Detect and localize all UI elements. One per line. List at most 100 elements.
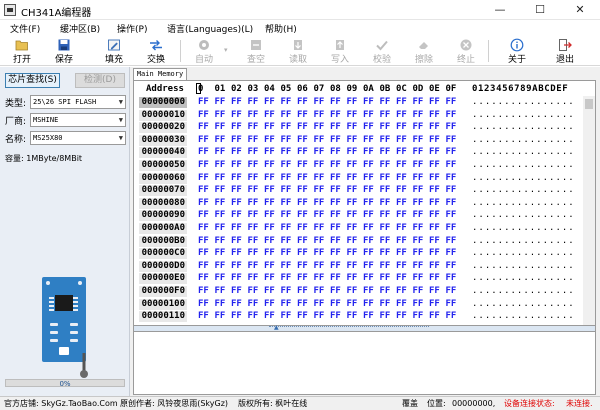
- hex-byte-cell[interactable]: FF: [330, 223, 344, 234]
- hex-byte-cell[interactable]: FF: [281, 198, 295, 209]
- ascii-cell[interactable]: ................: [472, 97, 582, 108]
- hex-byte-cell[interactable]: FF: [231, 173, 245, 184]
- hex-byte-cell[interactable]: FF: [446, 122, 460, 133]
- hex-byte-cell[interactable]: FF: [396, 147, 410, 158]
- hex-byte-cell[interactable]: FF: [248, 97, 262, 108]
- hex-byte-cell[interactable]: FF: [215, 160, 229, 171]
- hex-byte-cell[interactable]: FF: [347, 299, 361, 310]
- hex-byte-cell[interactable]: FF: [330, 273, 344, 284]
- hex-byte-cell[interactable]: FF: [264, 135, 278, 146]
- hex-byte-cell[interactable]: FF: [347, 185, 361, 196]
- hex-byte-cell[interactable]: FF: [413, 110, 427, 121]
- hex-byte-cell[interactable]: FF: [347, 122, 361, 133]
- exit-button[interactable]: 退出: [550, 37, 580, 65]
- hex-byte-cell[interactable]: FF: [297, 248, 311, 259]
- hex-byte-cell[interactable]: FF: [347, 198, 361, 209]
- ascii-cell[interactable]: ................: [472, 135, 582, 146]
- hex-byte-cell[interactable]: FF: [429, 261, 443, 272]
- hex-byte-cell[interactable]: FF: [248, 135, 262, 146]
- hex-byte-cell[interactable]: FF: [347, 273, 361, 284]
- ascii-cell[interactable]: ................: [472, 185, 582, 196]
- hex-byte-cell[interactable]: FF: [363, 135, 377, 146]
- vendor-select[interactable]: MSHINE ▼: [30, 113, 126, 127]
- hex-byte-cell[interactable]: FF: [429, 122, 443, 133]
- hex-byte-cell[interactable]: FF: [330, 135, 344, 146]
- open-button[interactable]: 打开: [8, 37, 36, 65]
- hex-byte-cell[interactable]: FF: [347, 135, 361, 146]
- hex-byte-cell[interactable]: FF: [231, 273, 245, 284]
- hex-byte-cell[interactable]: FF: [380, 223, 394, 234]
- hex-byte-cell[interactable]: FF: [264, 236, 278, 247]
- hex-byte-cell[interactable]: FF: [380, 97, 394, 108]
- hex-byte-cell[interactable]: FF: [231, 210, 245, 221]
- ascii-cell[interactable]: ................: [472, 198, 582, 209]
- hex-byte-cell[interactable]: FF: [297, 198, 311, 209]
- hex-byte-cell[interactable]: FF: [363, 122, 377, 133]
- hex-row[interactable]: 00000000 FF FF FF FF FF FF FF FF FF FF FF FF FF FF FF FF…: [134, 97, 584, 109]
- hex-byte-cell[interactable]: FF: [198, 185, 212, 196]
- hex-byte-cell[interactable]: FF: [264, 311, 278, 322]
- read-button[interactable]: 读取: [284, 37, 312, 65]
- hex-byte-cell[interactable]: FF: [281, 97, 295, 108]
- hex-byte-cell[interactable]: FF: [413, 273, 427, 284]
- hex-byte-cell[interactable]: FF: [413, 299, 427, 310]
- hex-byte-cell[interactable]: FF: [363, 210, 377, 221]
- ascii-cell[interactable]: ................: [472, 122, 582, 133]
- ascii-cell[interactable]: ................: [472, 236, 582, 247]
- hex-byte-cell[interactable]: FF: [198, 210, 212, 221]
- hex-byte-cell[interactable]: FF: [248, 223, 262, 234]
- hex-byte-cell[interactable]: FF: [347, 147, 361, 158]
- hex-byte-cell[interactable]: FF: [198, 261, 212, 272]
- hex-byte-cell[interactable]: FF: [248, 122, 262, 133]
- erase-button[interactable]: 擦除: [410, 37, 438, 65]
- hex-byte-cell[interactable]: FF: [363, 236, 377, 247]
- hex-byte-cell[interactable]: FF: [413, 122, 427, 133]
- hex-byte-cell[interactable]: FF: [231, 299, 245, 310]
- hex-row[interactable]: 00000050 FF FF FF FF FF FF FF FF FF FF FF FF FF FF FF FF…: [134, 160, 584, 172]
- hex-byte-cell[interactable]: FF: [264, 248, 278, 259]
- hex-byte-cell[interactable]: FF: [446, 236, 460, 247]
- hex-byte-cell[interactable]: FF: [380, 273, 394, 284]
- hex-byte-cell[interactable]: FF: [396, 198, 410, 209]
- hex-byte-cell[interactable]: FF: [330, 173, 344, 184]
- hex-byte-cell[interactable]: FF: [264, 97, 278, 108]
- hex-byte-cell[interactable]: FF: [396, 135, 410, 146]
- hex-byte-cell[interactable]: FF: [396, 160, 410, 171]
- hex-byte-cell[interactable]: FF: [314, 198, 328, 209]
- hex-byte-cell[interactable]: FF: [215, 223, 229, 234]
- hex-byte-cell[interactable]: FF: [330, 261, 344, 272]
- hex-byte-cell[interactable]: FF: [248, 160, 262, 171]
- hex-byte-cell[interactable]: FF: [314, 286, 328, 297]
- hex-byte-cell[interactable]: FF: [281, 261, 295, 272]
- hex-byte-cell[interactable]: FF: [363, 311, 377, 322]
- name-select[interactable]: MS25X80 ▼: [30, 131, 126, 145]
- hex-byte-cell[interactable]: FF: [330, 185, 344, 196]
- hex-byte-cell[interactable]: FF: [281, 236, 295, 247]
- hex-byte-cell[interactable]: FF: [198, 110, 212, 121]
- hex-byte-cell[interactable]: FF: [231, 147, 245, 158]
- hex-byte-cell[interactable]: FF: [297, 261, 311, 272]
- hex-byte-cell[interactable]: FF: [248, 299, 262, 310]
- hex-byte-cell[interactable]: FF: [380, 198, 394, 209]
- hex-byte-cell[interactable]: FF: [198, 236, 212, 247]
- hex-byte-cell[interactable]: FF: [330, 110, 344, 121]
- hex-byte-cell[interactable]: FF: [446, 210, 460, 221]
- verify-button[interactable]: 校验: [368, 37, 396, 65]
- hex-byte-cell[interactable]: FF: [330, 248, 344, 259]
- hex-byte-cell[interactable]: FF: [281, 110, 295, 121]
- hex-editor[interactable]: Address 0 01 02 03 04 05 06 07 08 09 0A 0B 0C 0D 0E 0F 0…: [133, 80, 596, 326]
- ascii-cell[interactable]: ................: [472, 210, 582, 221]
- hex-byte-cell[interactable]: FF: [198, 97, 212, 108]
- hex-byte-cell[interactable]: FF: [446, 299, 460, 310]
- hex-byte-cell[interactable]: FF: [380, 236, 394, 247]
- hex-byte-cell[interactable]: FF: [198, 299, 212, 310]
- hex-byte-cell[interactable]: FF: [363, 198, 377, 209]
- hex-byte-cell[interactable]: FF: [429, 97, 443, 108]
- hex-byte-cell[interactable]: FF: [297, 147, 311, 158]
- ascii-cell[interactable]: ................: [472, 286, 582, 297]
- hex-byte-cell[interactable]: FF: [396, 185, 410, 196]
- hex-byte-cell[interactable]: FF: [264, 185, 278, 196]
- hex-byte-cell[interactable]: FF: [363, 185, 377, 196]
- hex-byte-cell[interactable]: FF: [314, 273, 328, 284]
- hex-byte-cell[interactable]: FF: [231, 286, 245, 297]
